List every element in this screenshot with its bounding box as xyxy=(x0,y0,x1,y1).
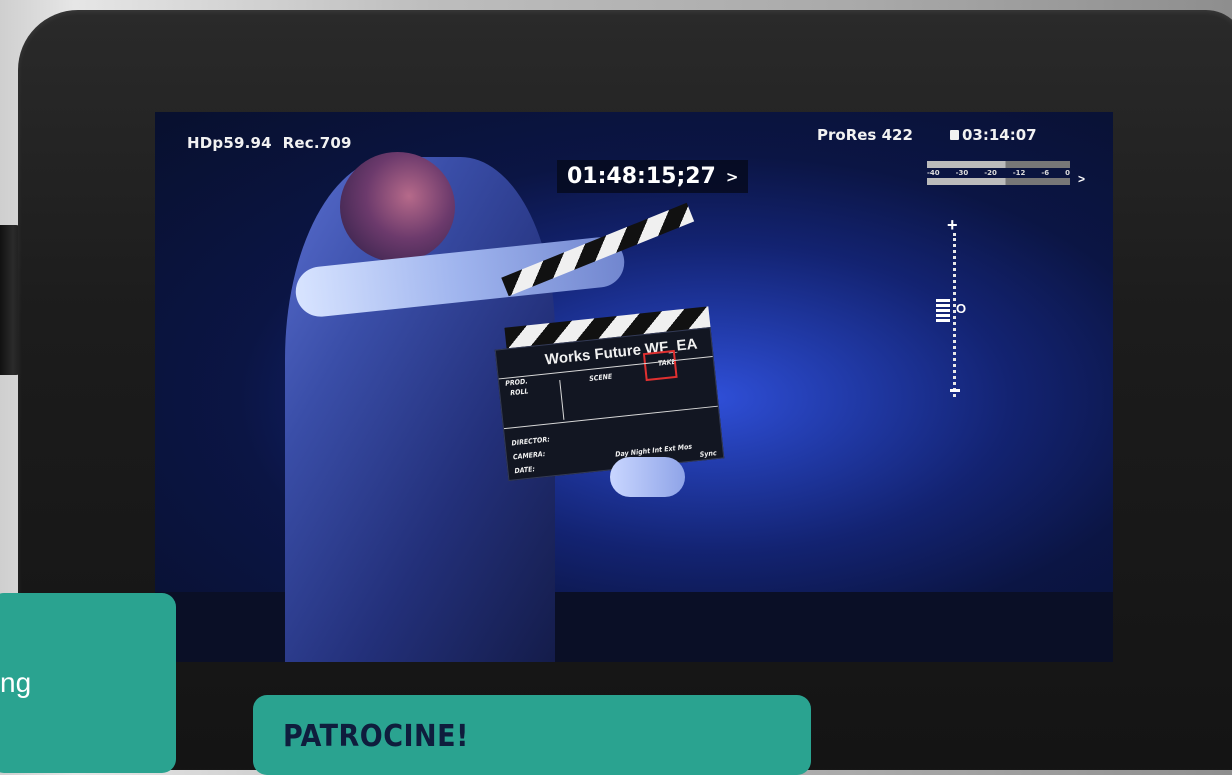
patrocine-card[interactable]: PATROCINE! xyxy=(253,695,811,775)
audio-meters[interactable]: -40 -30 -20 -12 -6 0 > xyxy=(927,160,1085,186)
meter-tick: -20 xyxy=(984,169,997,177)
person-head xyxy=(340,152,455,262)
audio-level-slider[interactable]: + O xyxy=(936,215,976,407)
slate-label-date: DATE: xyxy=(514,465,536,476)
left-card-text: ng xyxy=(0,667,32,698)
audio-meter-channel-2 xyxy=(927,178,1070,185)
slate-label-director: DIRECTOR: xyxy=(511,435,551,448)
meter-tick: -40 xyxy=(927,169,940,177)
chevron-right-icon: > xyxy=(1077,172,1085,186)
codec-readout[interactable]: ProRes 422 xyxy=(817,126,913,144)
slate-label-camera: CAMERA: xyxy=(512,450,546,462)
slate-label-prod: PROD. xyxy=(504,377,529,388)
format-readout: HDp59.94 Rec.709 xyxy=(187,134,352,152)
slider-thumb[interactable] xyxy=(936,299,950,323)
left-overlay-card[interactable]: ng xyxy=(0,593,176,773)
patrocine-title: PATROCINE! xyxy=(283,719,469,754)
slider-zero-marker: O xyxy=(956,301,967,316)
meter-tick: -6 xyxy=(1041,169,1050,177)
video-format: HDp59.94 xyxy=(187,134,272,152)
chevron-right-icon: > xyxy=(725,167,739,186)
focus-box-indicator xyxy=(642,349,678,382)
slate-label-sync: Sync xyxy=(699,449,717,459)
slate-label-scene: SCENE xyxy=(588,372,613,383)
monitor-screen: Works Future WF_EA PROD. ROLL SCENE TAKE… xyxy=(155,112,1113,662)
person-hand xyxy=(610,457,685,497)
clapperboard-slate: Works Future WF_EA PROD. ROLL SCENE TAKE… xyxy=(494,327,725,481)
slate-divider xyxy=(559,380,565,420)
media-card-icon xyxy=(950,130,959,140)
timecode-value: 01:48:15;27 xyxy=(567,164,716,189)
meter-tick: -30 xyxy=(955,169,969,177)
remaining-time: 03:14:07 xyxy=(962,126,1037,144)
audio-meter-channel-1 xyxy=(927,161,1070,168)
slate-divider xyxy=(503,405,718,430)
audio-meter-scale: -40 -30 -20 -12 -6 0 xyxy=(927,169,1070,177)
meter-tick: -12 xyxy=(1012,169,1026,177)
timecode-display[interactable]: 01:48:15;27 > xyxy=(557,160,749,193)
remaining-time-readout[interactable]: 03:14:07 xyxy=(950,126,1037,144)
color-space: Rec.709 xyxy=(282,134,352,152)
minus-icon xyxy=(950,389,960,392)
slate-label-roll: ROLL xyxy=(509,387,529,398)
meter-tick: 0 xyxy=(1065,169,1070,177)
